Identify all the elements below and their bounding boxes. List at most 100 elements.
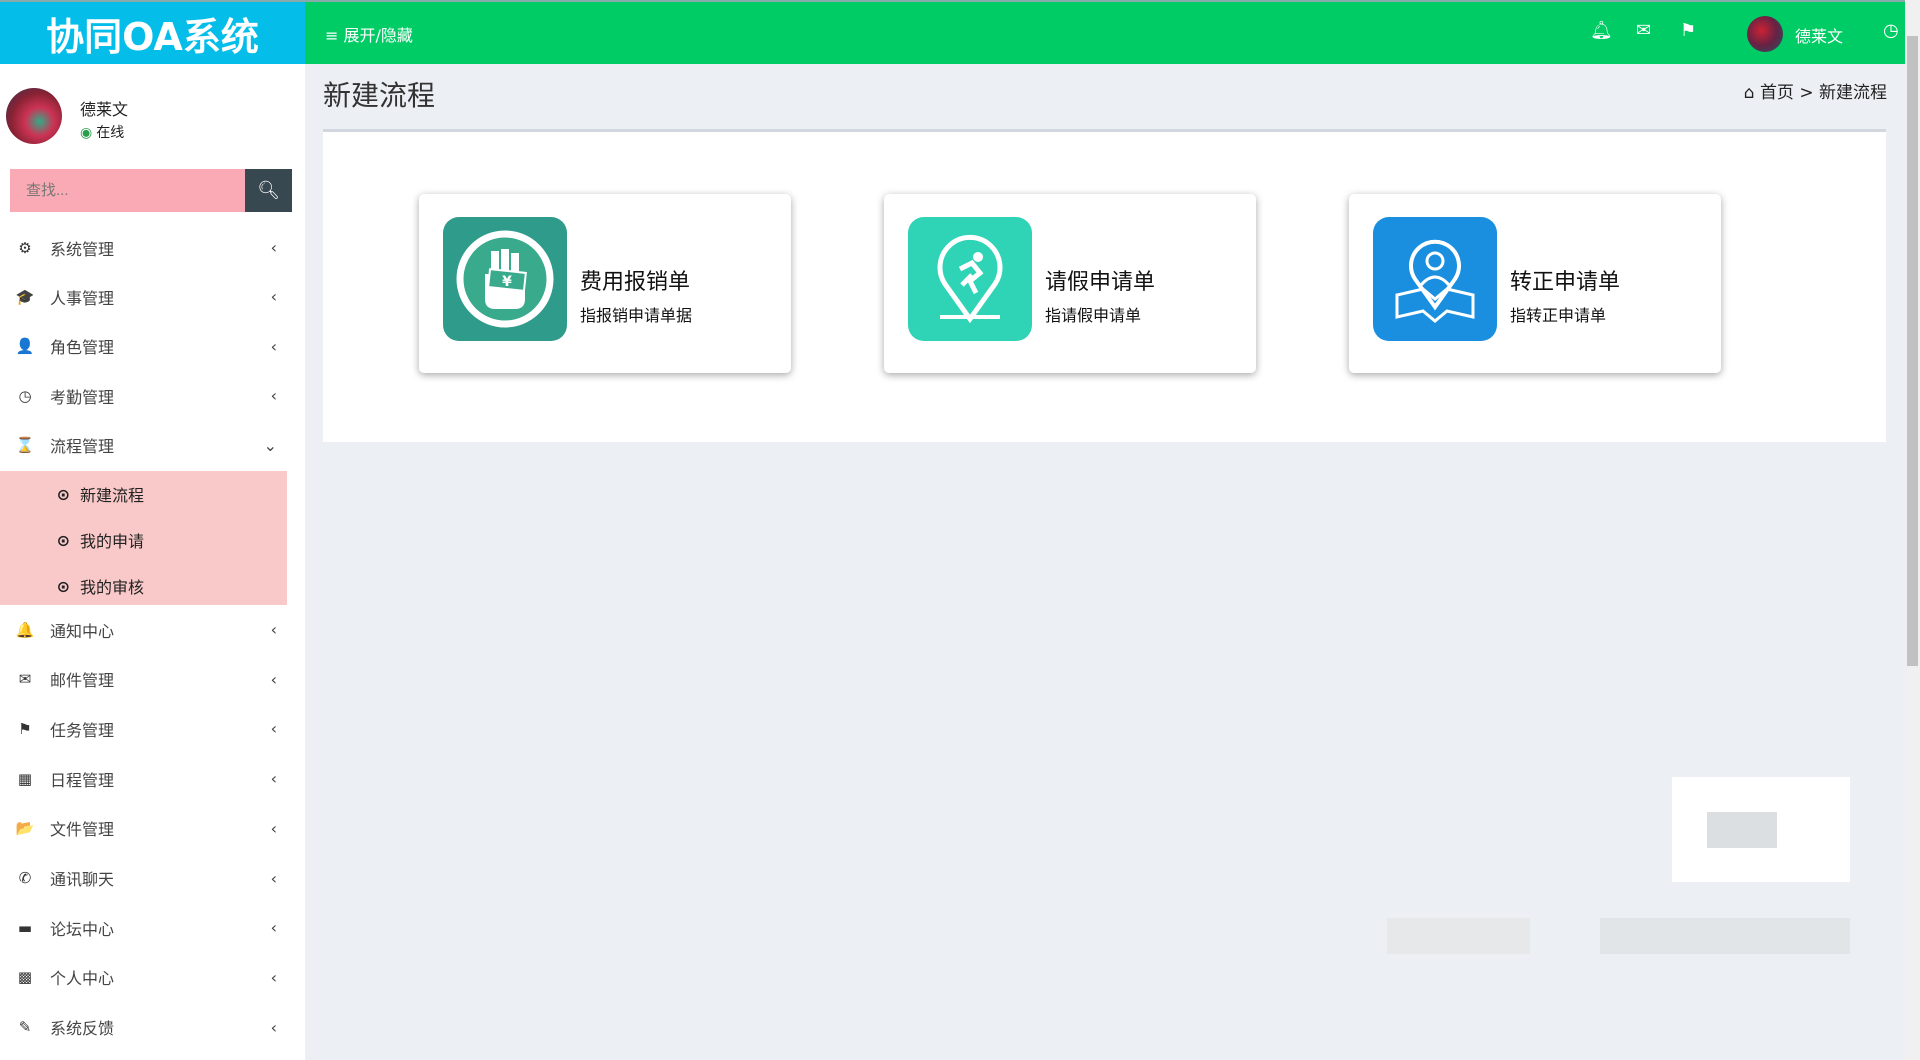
status-dot-icon: ◉ xyxy=(80,125,93,141)
chevron-left-icon: ‹ xyxy=(270,238,277,257)
submenu-item-label: 我的审核 xyxy=(80,578,145,597)
chevron-left-icon: ‹ xyxy=(270,1017,277,1037)
blurred-overlay-block xyxy=(1707,812,1777,848)
chat-icon: ✆ xyxy=(18,869,32,887)
breadcrumb: ⌂ 首页 > 新建流程 xyxy=(1744,78,1887,103)
chevron-left-icon: ‹ xyxy=(270,719,277,739)
feedback-icon: ✎ xyxy=(18,1018,32,1037)
page-scrollbar[interactable] xyxy=(1905,0,1920,1060)
chevron-left-icon: ‹ xyxy=(270,620,277,639)
sidebar-item-feedback[interactable]: ✎ 系统反馈 ‹ xyxy=(0,1003,287,1052)
card-title: 费用报销单 xyxy=(580,270,691,295)
user-menu[interactable]: 德莱文 xyxy=(1795,23,1843,47)
sidebar-item-label: 系统反馈 xyxy=(50,1019,115,1039)
card-title: 请假申请单 xyxy=(1045,270,1156,295)
scrollbar-thumb[interactable] xyxy=(1907,36,1918,666)
sidebar: 德莱文 ◉在线 🔍︎ ⚙ 系统管理 ‹ 🎓 人事管理 ‹ 👤 角色管理 ‹ ◷ 考勤管理 ‹ ⌛ 流程管理… xyxy=(0,64,305,1060)
sidebar-toggle-button[interactable]: ≡ 展开/隐藏 xyxy=(325,22,413,46)
chevron-left-icon: ‹ xyxy=(270,918,277,938)
task-icon: ⚑ xyxy=(18,719,32,738)
process-panel: ¥ 费用报销单 指报销申请单据 请假申请单 指请假申请单 转正申请单 指转正申请… xyxy=(323,129,1886,442)
sidebar-item-system[interactable]: ⚙ 系统管理 ‹ xyxy=(0,223,287,272)
sidebar-item-schedule[interactable]: ▦ 日程管理 ‹ xyxy=(0,754,287,803)
blurred-overlay-block xyxy=(1600,918,1850,954)
sidebar-item-notice[interactable]: 🔔 通知中心 ‹ xyxy=(0,605,287,654)
card-leave-request[interactable]: 请假申请单 指请假申请单 xyxy=(884,194,1256,373)
sidebar-item-mail[interactable]: ✉ 邮件管理 ‹ xyxy=(0,655,287,704)
chevron-down-icon: ⌄ xyxy=(263,435,277,455)
sidebar-item-role[interactable]: 👤 角色管理 ‹ xyxy=(0,322,287,371)
online-status: ◉ 在线 xyxy=(80,122,124,142)
flag-icon[interactable]: ⚑ xyxy=(1680,20,1696,41)
sidebar-user-name: 德莱文 xyxy=(80,100,129,119)
process-submenu: ⊙ 新建流程 ⊙ 我的申请 ⊙ 我的审核 xyxy=(0,471,287,605)
hr-icon: 🎓 xyxy=(15,287,35,306)
sidebar-item-label: 邮件管理 xyxy=(50,671,115,691)
submenu-item-my-applications[interactable]: ⊙ 我的申请 xyxy=(0,517,287,563)
card-title: 转正申请单 xyxy=(1510,270,1621,295)
search-icon: 🔍︎ xyxy=(257,180,280,200)
mail-icon: ✉ xyxy=(18,670,32,689)
user-avatar[interactable] xyxy=(1747,16,1783,52)
chevron-left-icon: ‹ xyxy=(270,287,277,307)
home-icon: ⌂ xyxy=(1743,83,1755,103)
sidebar-search: 🔍︎ xyxy=(10,169,292,212)
sidebar-item-chat[interactable]: ✆ 通讯聊天 ‹ xyxy=(0,854,287,903)
sidebar-item-label: 任务管理 xyxy=(50,720,115,740)
card-expense-claim[interactable]: ¥ 费用报销单 指报销申请单据 xyxy=(419,194,791,373)
sidebar-item-task[interactable]: ⚑ 任务管理 ‹ xyxy=(0,704,287,753)
circle-dot-icon: ⊙ xyxy=(56,530,70,550)
sidebar-item-process[interactable]: ⌛ 流程管理 ⌄ xyxy=(0,421,287,470)
card-desc: 指转正申请单 xyxy=(1510,306,1607,325)
sidebar-item-label: 人事管理 xyxy=(50,288,115,308)
forum-icon: ▬ xyxy=(17,918,33,937)
circle-dot-icon: ⊙ xyxy=(56,484,70,504)
svg-text:¥: ¥ xyxy=(502,274,512,290)
sidebar-item-label: 系统管理 xyxy=(50,239,115,259)
sidebar-item-label: 角色管理 xyxy=(50,338,115,358)
breadcrumb-separator: > xyxy=(1799,83,1814,103)
chevron-left-icon: ‹ xyxy=(270,868,277,888)
sidebar-item-label: 个人中心 xyxy=(50,969,115,989)
sidebar-item-hr[interactable]: 🎓 人事管理 ‹ xyxy=(0,272,287,321)
attendance-icon: ◷ xyxy=(18,386,32,405)
sidebar-item-forum[interactable]: ▬ 论坛中心 ‹ xyxy=(0,903,287,952)
sidebar-item-label: 流程管理 xyxy=(50,437,115,457)
sidebar-item-personal[interactable]: ▩ 个人中心 ‹ xyxy=(0,953,287,1002)
sidebar-item-file[interactable]: 📂 文件管理 ‹ xyxy=(0,804,287,853)
role-icon: 👤 xyxy=(15,337,35,356)
breadcrumb-home[interactable]: 首页 xyxy=(1760,83,1794,103)
sidebar-item-label: 考勤管理 xyxy=(50,387,115,407)
avatar xyxy=(6,88,62,144)
chevron-left-icon: ‹ xyxy=(270,967,277,987)
schedule-icon: ▦ xyxy=(17,769,33,788)
chevron-left-icon: ‹ xyxy=(270,669,277,689)
notice-icon: 🔔 xyxy=(15,620,35,639)
process-icon: ⌛ xyxy=(15,436,35,455)
mail-icon[interactable]: ✉ xyxy=(1636,20,1651,41)
bell-icon[interactable]: 🔔︎ xyxy=(1590,20,1613,41)
submenu-item-my-reviews[interactable]: ⊙ 我的审核 xyxy=(0,563,287,609)
search-button[interactable]: 🔍︎ xyxy=(245,169,292,212)
sidebar-item-attendance[interactable]: ◷ 考勤管理 ‹ xyxy=(0,371,287,420)
submenu-item-label: 新建流程 xyxy=(80,486,145,505)
chevron-left-icon: ‹ xyxy=(270,386,277,406)
page-title: 新建流程 xyxy=(323,79,436,112)
chevron-left-icon: ‹ xyxy=(270,336,277,356)
sidebar-item-label: 通讯聊天 xyxy=(50,870,115,889)
app-logo[interactable]: 协同OA系统 xyxy=(0,0,305,64)
blurred-overlay-block xyxy=(1387,918,1530,954)
chevron-left-icon: ‹ xyxy=(270,769,277,789)
card-desc: 指报销申请单据 xyxy=(580,306,693,325)
clock-icon[interactable]: ◷ xyxy=(1883,20,1899,41)
submenu-item-new-process[interactable]: ⊙ 新建流程 xyxy=(0,471,287,517)
sidebar-item-label: 通知中心 xyxy=(50,621,115,641)
personal-icon: ▩ xyxy=(17,968,33,987)
card-regularization-request[interactable]: 转正申请单 指转正申请单 xyxy=(1349,194,1721,373)
sidebar-item-label: 文件管理 xyxy=(50,820,115,840)
sidebar-item-label: 论坛中心 xyxy=(50,919,115,939)
search-input[interactable] xyxy=(10,169,245,212)
circle-dot-icon: ⊙ xyxy=(56,576,70,596)
chevron-left-icon: ‹ xyxy=(270,818,277,838)
submenu-item-label: 我的申请 xyxy=(80,532,145,551)
